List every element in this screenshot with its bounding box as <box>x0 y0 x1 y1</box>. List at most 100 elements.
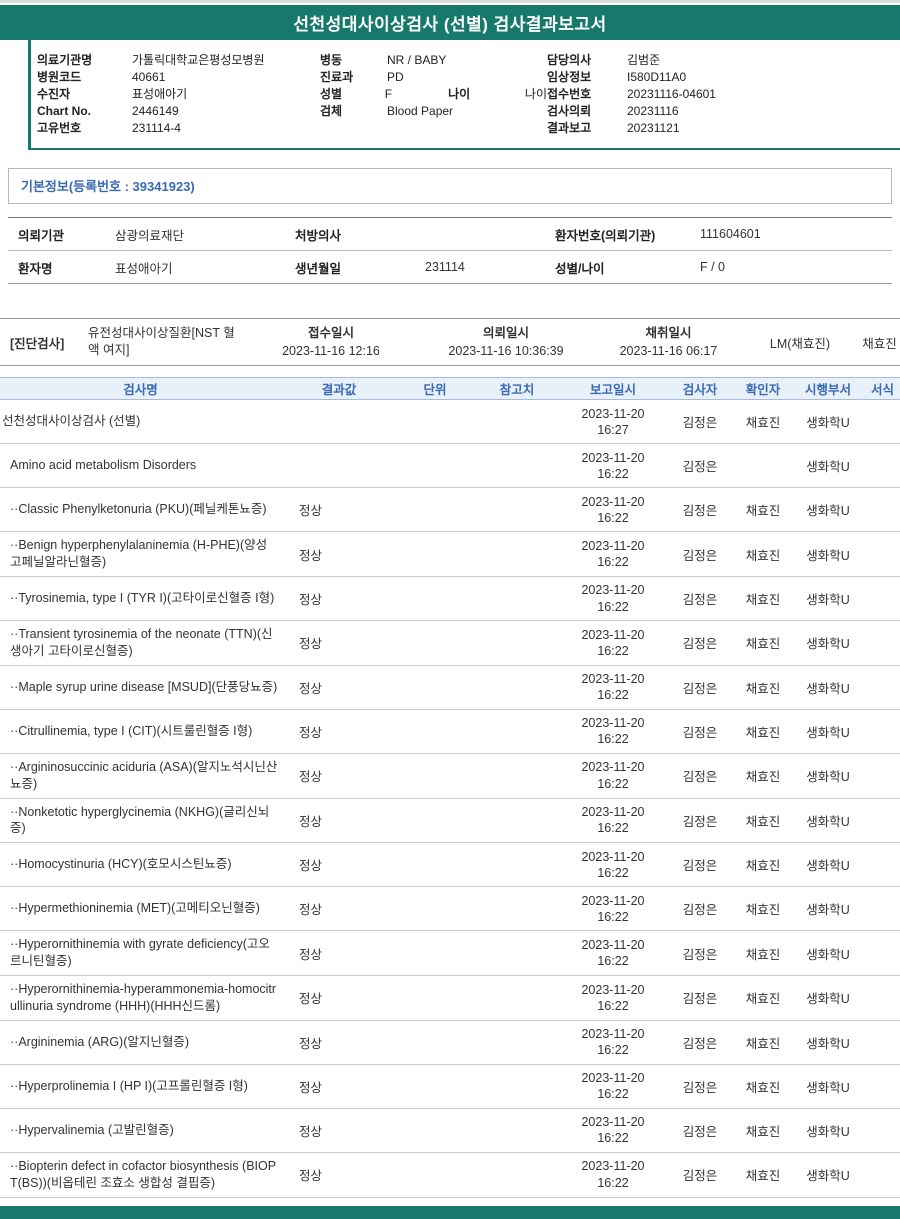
test-name-cell: ··Benign hyperphenylalaninemia (H-PHE)(양… <box>10 538 268 570</box>
field-label: 처방의사 <box>295 228 342 243</box>
field-value: 2023-11-16 12:16 <box>282 344 380 359</box>
patient-info-column-left: 의료기관명 가톨릭대학교은평성모병원 병원코드 40661 수진자 표성애아기 Chart … <box>37 51 320 136</box>
report-datetime-cell: 2023-11-20 16:22 <box>561 1070 665 1103</box>
report-datetime-cell: 2023-11-20 16:22 <box>561 893 665 926</box>
report-date: 2023-11-20 <box>581 982 645 997</box>
tester-cell: 김정은 <box>682 1169 718 1184</box>
department-cell: 생화학U <box>806 593 850 607</box>
result-row: ··Nonketotic hyperglycinemia (NKHG)(글리신뇌… <box>0 799 900 844</box>
report-date: 2023-11-20 <box>581 494 645 509</box>
tester-cell: 김정은 <box>682 903 718 918</box>
result-value-cell: 정상 <box>299 1036 323 1051</box>
test-name-cell: ··Maple syrup urine disease [MSUD](단풍당뇨증… <box>10 679 278 694</box>
report-datetime-cell: 2023-11-20 16:22 <box>561 494 665 527</box>
report-date: 2023-11-20 <box>581 450 645 465</box>
field-label: 생년월일 <box>295 261 342 276</box>
field-value: I580D11A0 <box>627 69 687 84</box>
field-value: 2023-11-16 06:17 <box>619 344 718 359</box>
column-header: 단위 <box>423 383 447 398</box>
tester-cell: 김정은 <box>682 814 718 829</box>
department-cell: 생화학U <box>806 637 850 652</box>
report-time: 16:22 <box>597 865 629 880</box>
results-table-header: 검사명 결과값 단위 참고치 보고일시 검사자 확인자 시행부서 서식 <box>0 377 900 401</box>
field-value: Blood Paper <box>387 103 454 118</box>
test-name-cell: 선천성대사이상검사 (선별) <box>2 414 141 429</box>
confirmer-cell: 채효진 <box>745 1036 781 1051</box>
tester-cell: 김정은 <box>682 725 718 740</box>
tester-cell: 김정은 <box>682 548 718 563</box>
column-header: 시행부서 <box>804 383 851 398</box>
result-value-cell: 정상 <box>299 1169 323 1184</box>
confirmer-cell: 채효진 <box>745 1124 781 1139</box>
field-value: 가톨릭대학교은평성모병원 <box>132 53 265 67</box>
tester-cell: 김정은 <box>682 504 718 519</box>
result-row: ··Benign hyperphenylalaninemia (H-PHE)(양… <box>0 532 900 577</box>
report-date: 2023-11-20 <box>581 583 645 598</box>
department-cell: 생화학U <box>806 992 850 1007</box>
report-time: 16:22 <box>597 909 629 924</box>
report-datetime-cell: 2023-11-20 16:22 <box>561 849 665 882</box>
confirmer-cell: 채효진 <box>745 593 781 607</box>
report-datetime-cell: 2023-11-20 16:22 <box>561 937 665 970</box>
diagnosis-collector: 채효진 <box>862 336 897 351</box>
report-datetime-cell: 2023-11-20 16:22 <box>561 538 665 571</box>
field-label: 고유번호 <box>37 121 82 135</box>
confirmer-cell: 채효진 <box>745 548 781 563</box>
confirmer-cell: 채효진 <box>745 1080 781 1095</box>
department-cell: 생화학U <box>806 1080 850 1095</box>
report-datetime-cell: 2023-11-20 16:22 <box>561 671 665 704</box>
report-datetime-cell: 2023-11-20 16:22 <box>561 450 665 483</box>
diagnosis-field: 의뢰일시 2023-11-16 10:36:39 <box>416 324 596 360</box>
field-label: 접수번호 <box>547 87 592 101</box>
field-label: 의뢰기관 <box>18 228 65 243</box>
department-cell: 생화학U <box>806 1124 850 1139</box>
test-name-cell: ··Homocystinuria (HCY)(호모시스틴뇨증) <box>10 857 232 872</box>
result-row: ··Transient tyrosinemia of the neonate (… <box>0 621 900 666</box>
basic-info-section-header: 기본정보(등록번호 : 39341923) <box>8 168 892 204</box>
result-row: ··Citrullinemia, type I (CIT)(시트룰린혈증 I형)… <box>0 710 900 754</box>
field-label: 접수일시 <box>307 326 354 340</box>
report-time: 16:22 <box>597 1131 629 1146</box>
result-value-cell: 정상 <box>299 681 323 696</box>
patient-info-row: 의료기관명 가톨릭대학교은평성모병원 <box>37 51 320 68</box>
tester-cell: 김정은 <box>682 416 718 431</box>
field-value: F <box>384 86 393 101</box>
diagnosis-field: 접수일시 2023-11-16 12:16 <box>246 324 416 360</box>
field-label: 담당의사 <box>547 53 592 67</box>
patient-info-row: 고유번호 231114-4 <box>37 119 320 136</box>
tester-cell: 김정은 <box>682 1080 718 1095</box>
department-cell: 생화학U <box>806 947 850 962</box>
patient-info-block: 의료기관명 가톨릭대학교은평성모병원 병원코드 40661 수진자 표성애아기 Chart … <box>28 40 900 150</box>
report-time: 16:22 <box>597 555 629 570</box>
report-datetime-cell: 2023-11-20 16:22 <box>561 804 665 837</box>
field-value: 2023-11-16 10:36:39 <box>448 344 564 359</box>
result-value-cell: 정상 <box>299 637 323 652</box>
report-time: 16:22 <box>597 1087 629 1102</box>
department-cell: 생화학U <box>806 770 850 785</box>
field-label: 검사의뢰 <box>547 104 592 118</box>
result-row: ··Hyperornithinemia-hyperammonemia-homoc… <box>0 976 900 1021</box>
report-date: 2023-11-20 <box>581 1159 645 1174</box>
basic-info-row: 환자명 표성애아기 생년월일 231114 성별/나이 F / 0 <box>8 251 892 284</box>
tester-cell: 김정은 <box>682 947 718 962</box>
tester-cell: 김정은 <box>682 593 718 607</box>
department-cell: 생화학U <box>806 903 850 918</box>
confirmer-cell: 채효진 <box>745 903 781 918</box>
field-label: 결과보고 <box>547 121 592 135</box>
result-row: ··Maple syrup urine disease [MSUD](단풍당뇨증… <box>0 666 900 710</box>
result-row: ··Argininemia (ARG)(알지닌혈증) 정상 2023-11-20 16… <box>0 1021 900 1065</box>
report-date: 2023-11-20 <box>581 1027 645 1041</box>
test-name-cell: ··Hyperprolinemia I (HP I)(고프롤린혈증 I형) <box>10 1078 248 1093</box>
result-row: ··Hyperornithinemia with gyrate deficien… <box>0 931 900 976</box>
result-row: ··Classic Phenylketonuria (PKU)(페닐케톤뇨증) 정… <box>0 488 900 533</box>
result-value-cell: 정상 <box>299 593 323 607</box>
report-datetime-cell: 2023-11-20 16:22 <box>561 627 665 660</box>
field-label: 진료과 <box>320 70 354 84</box>
field-value: 김범준 <box>627 53 661 67</box>
diagnosis-strip: [진단검사] 유전성대사이상질환[NST 혈액 여지] 접수일시 2023-11-… <box>0 318 900 367</box>
report-time: 16:22 <box>597 688 629 703</box>
report-time: 16:22 <box>597 643 629 658</box>
result-value-cell: 정상 <box>299 814 323 829</box>
page-title: 선천성대사이상검사 (선별) 검사결과보고서 <box>293 15 607 34</box>
column-header: 보고일시 <box>589 383 636 398</box>
